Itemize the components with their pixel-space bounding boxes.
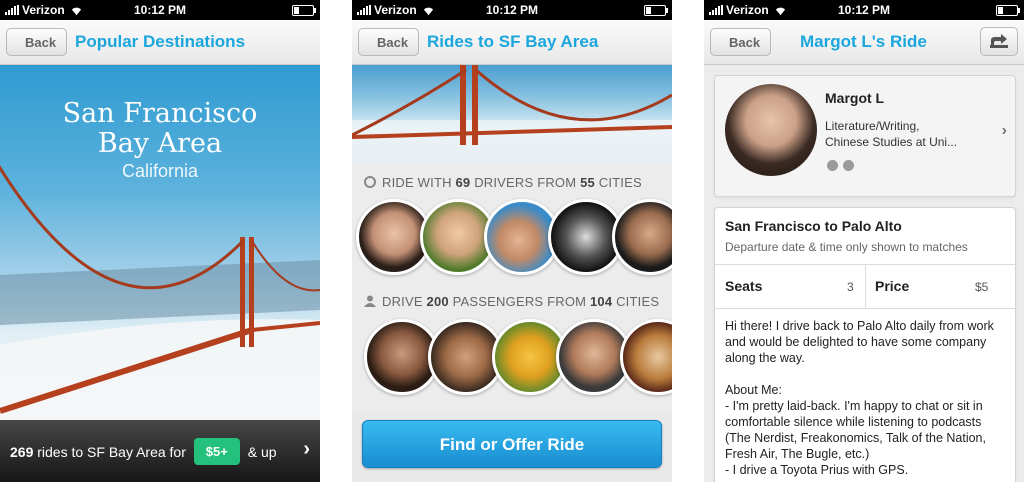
back-button[interactable]: Back xyxy=(6,28,68,56)
status-bar: Verizon 10:12 PM xyxy=(704,0,1024,20)
status-time: 10:12 PM xyxy=(837,3,891,17)
avatar[interactable] xyxy=(620,319,672,395)
back-button[interactable]: Back xyxy=(710,28,772,56)
rides-summary-bar[interactable]: 269 rides to SF Bay Area for $5+ & up › xyxy=(0,420,320,482)
share-button[interactable] xyxy=(980,27,1018,56)
price-value: $5 xyxy=(975,280,989,294)
driver-avatars xyxy=(352,199,672,279)
battery-icon xyxy=(996,5,1020,16)
status-bar: Verizon 10:12 PM xyxy=(0,0,320,20)
screen-popular-destinations: Verizon 10:12 PM Back Popular Destinatio… xyxy=(0,0,320,482)
status-bar: Verizon 10:12 PM xyxy=(352,0,672,20)
ride-description: Hi there! I drive back to Palo Alto dail… xyxy=(725,319,994,477)
price-label: Price xyxy=(875,278,910,294)
seats-value: 3 xyxy=(847,280,854,294)
heart-icon xyxy=(827,160,838,171)
screen-rides-to-destination: Verizon 10:12 PM Back Rides to SF Bay Ar… xyxy=(352,0,672,482)
screen-ride-detail: Verizon 10:12 PM Back Margot L's Ride Ma… xyxy=(704,0,1024,482)
nav-title: Popular Destinations xyxy=(75,32,246,51)
battery-icon xyxy=(644,5,668,16)
route-subtitle: Departure date & time only shown to matc… xyxy=(725,240,968,254)
avatar[interactable] xyxy=(612,199,672,275)
passengers-summary: DRIVE 200 PASSENGERS FROM 104 CITIES xyxy=(364,294,659,309)
chevron-right-icon: › xyxy=(303,438,310,460)
divider xyxy=(715,308,1015,309)
back-button[interactable]: Back xyxy=(358,28,420,56)
route-title: San Francisco to Palo Alto xyxy=(725,218,902,234)
nav-bar: Back Popular Destinations xyxy=(0,20,320,65)
destination-banner-image xyxy=(352,65,672,165)
divider xyxy=(865,264,866,308)
chevron-right-icon: › xyxy=(1001,122,1007,139)
find-or-offer-ride-button[interactable]: Find or Offer Ride xyxy=(362,420,662,468)
nav-title: Rides to SF Bay Area xyxy=(427,32,599,51)
steering-icon xyxy=(364,176,376,188)
seats-label: Seats xyxy=(725,278,763,294)
profile-badges xyxy=(827,160,854,171)
community-section: RIDE WITH 69 DRIVERS FROM 55 CITIES DRIV… xyxy=(352,165,672,410)
status-time: 10:12 PM xyxy=(133,3,187,17)
price-suffix: & up xyxy=(247,444,277,461)
ride-count: 269 xyxy=(10,444,34,461)
action-bar: Find or Offer Ride xyxy=(352,410,672,482)
person-icon xyxy=(364,295,376,307)
price-badge: $5+ xyxy=(193,438,240,465)
chat-icon xyxy=(843,160,854,171)
passenger-avatars xyxy=(352,319,672,399)
status-time: 10:12 PM xyxy=(485,3,539,17)
hero-title: San Francisco Bay Area xyxy=(62,98,258,159)
nav-bar: Back Rides to SF Bay Area xyxy=(352,20,672,65)
driver-occupation: Literature/Writing, Chinese Studies at U… xyxy=(825,119,958,149)
driver-name: Margot L xyxy=(825,90,885,106)
nav-title: Margot L's Ride xyxy=(800,32,927,51)
drivers-summary: RIDE WITH 69 DRIVERS FROM 55 CITIES xyxy=(364,175,642,190)
hero-subtitle: California xyxy=(121,161,199,181)
ride-detail-content: Margot L Literature/Writing, Chinese Stu… xyxy=(704,65,1024,482)
ride-info-card: San Francisco to Palo Alto Departure dat… xyxy=(714,207,1016,482)
battery-icon xyxy=(292,5,316,16)
driver-profile-card[interactable]: Margot L Literature/Writing, Chinese Stu… xyxy=(714,75,1016,197)
rides-text: rides to SF Bay Area for xyxy=(37,444,186,461)
nav-bar: Back Margot L's Ride xyxy=(704,20,1024,65)
bridge-banner-illustration xyxy=(352,65,672,165)
avatar xyxy=(725,84,817,176)
share-icon xyxy=(990,34,1008,48)
